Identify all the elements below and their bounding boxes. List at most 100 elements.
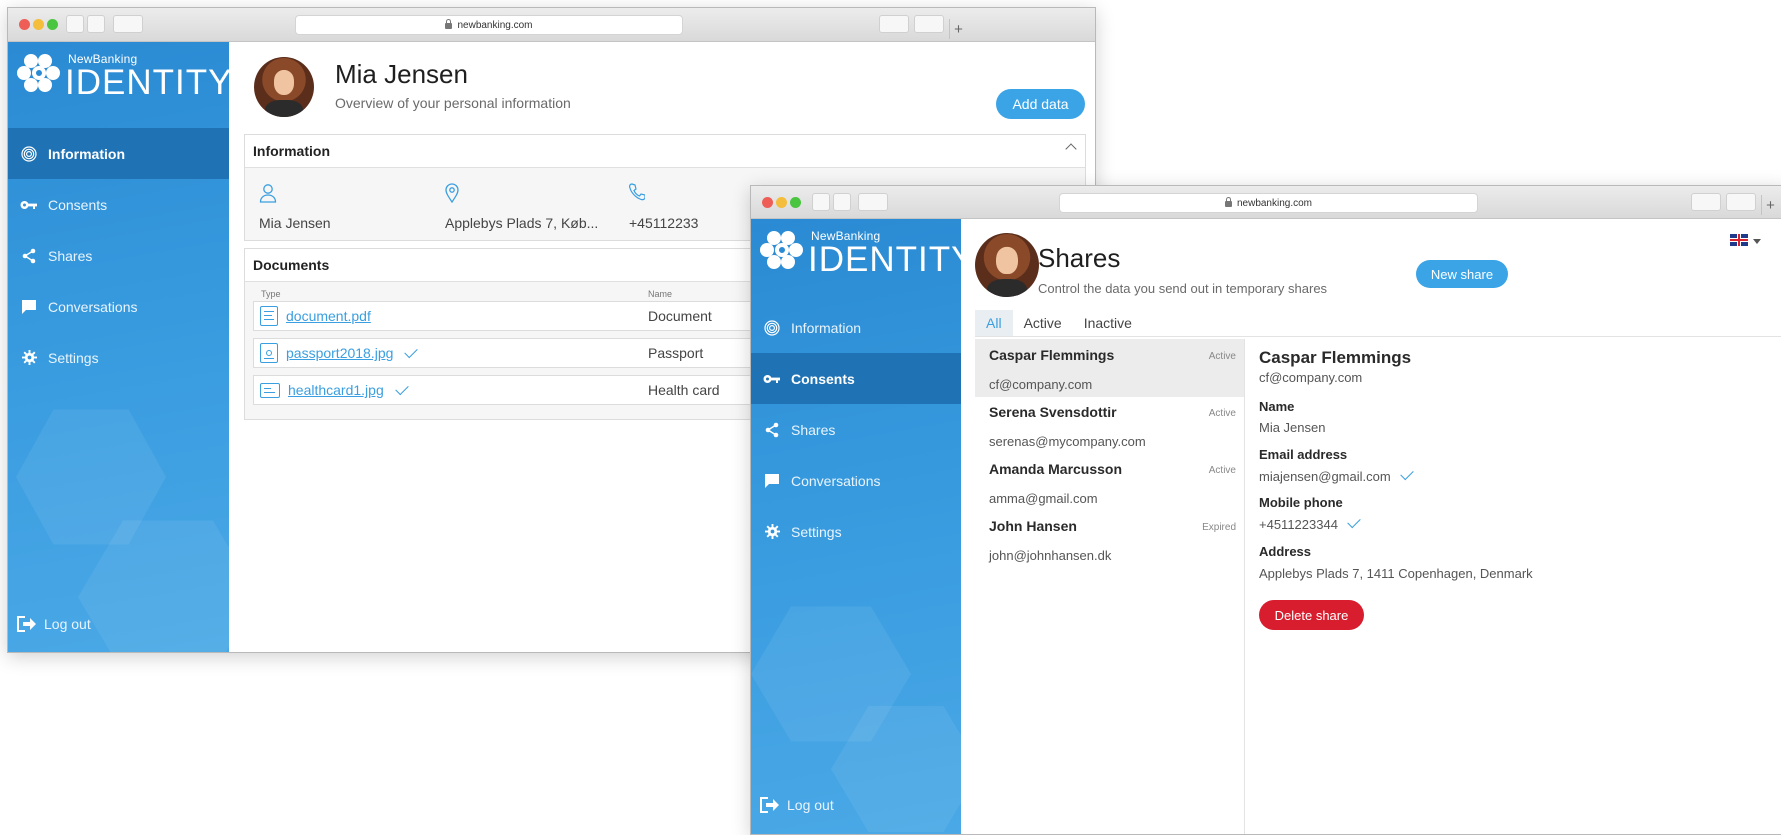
tabs-toolbar-button[interactable] [1726, 193, 1756, 211]
sidebar-item-label: Settings [48, 349, 99, 366]
sidebar-item-settings[interactable]: Settings [8, 332, 229, 383]
page-subtitle: Control the data you send out in tempora… [1038, 281, 1328, 296]
share-recipient-email: amma@gmail.com [989, 491, 1098, 506]
address-bar-url: newbanking.com [457, 19, 533, 31]
new-share-button[interactable]: New share [1416, 260, 1508, 288]
key-icon [763, 370, 781, 388]
back-button[interactable] [66, 15, 84, 33]
hexagon-logo-icon [16, 52, 62, 96]
logout-label: Log out [44, 616, 91, 632]
verified-check-icon [395, 381, 409, 395]
tab-inactive[interactable]: Inactive [1073, 310, 1143, 336]
sidebar-toggle-button[interactable] [113, 15, 143, 33]
info-name-value: Mia Jensen [259, 215, 331, 231]
sidebar-item-information[interactable]: Information [751, 302, 961, 353]
sidebar-toggle-button[interactable] [858, 193, 888, 211]
back-button[interactable] [812, 193, 830, 211]
logout-button[interactable]: Log out [759, 796, 834, 814]
browser-titlebar: newbanking.com + [751, 186, 1781, 219]
info-phone-value: +45112233 [629, 215, 699, 231]
status-badge: Active [1208, 465, 1236, 476]
sidebar-item-label: Conversations [48, 298, 138, 315]
add-data-button[interactable]: Add data [996, 89, 1085, 119]
minimize-window-button[interactable] [776, 197, 787, 208]
forward-button[interactable] [87, 15, 105, 33]
info-address-value: Applebys Plads 7, Køb... [445, 215, 599, 231]
sidebar: NewBanking IDENTITY Information Consents [8, 42, 229, 652]
new-tab-button[interactable]: + [949, 19, 967, 39]
information-panel-header[interactable]: Information [245, 135, 1085, 168]
document-file-icon [260, 306, 278, 326]
newbanking-identity-logo: NewBanking IDENTITY [16, 52, 229, 100]
lock-icon [445, 19, 453, 29]
sidebar-item-label: Shares [48, 247, 93, 264]
document-type: Health card [648, 382, 720, 398]
status-badge: Active [1208, 408, 1236, 419]
delete-share-button[interactable]: Delete share [1259, 600, 1364, 630]
share-recipient-name: Caspar Flemmings [989, 347, 1115, 363]
tabs-divider [975, 336, 1781, 337]
browser-titlebar: newbanking.com + [8, 8, 1095, 42]
close-window-button[interactable] [762, 197, 773, 208]
minimize-window-button[interactable] [33, 19, 44, 30]
address-bar[interactable]: newbanking.com [295, 15, 683, 35]
logout-label: Log out [787, 797, 834, 813]
chevron-up-icon[interactable] [1065, 143, 1077, 155]
share-recipient-name: Serena Svensdottir [989, 404, 1117, 420]
sidebar-nav: Information Consents Shares Conversation… [751, 302, 961, 557]
share-toolbar-button[interactable] [879, 15, 909, 33]
forward-button[interactable] [833, 193, 851, 211]
close-window-button[interactable] [19, 19, 30, 30]
panel-title: Information [253, 143, 330, 159]
document-type: Document [648, 308, 712, 324]
sidebar-nav: Information Consents Shares Conversation… [8, 128, 229, 383]
list-item[interactable]: Caspar Flemmings cf@company.com Active [975, 339, 1244, 397]
field-value: Applebys Plads 7, 1411 Copenhagen, Denma… [1259, 566, 1533, 581]
avatar [975, 233, 1039, 297]
sidebar-item-label: Information [791, 319, 862, 336]
document-link[interactable]: passport2018.jpg [286, 345, 393, 361]
sidebar-item-label: Conversations [791, 472, 881, 489]
sidebar-item-settings[interactable]: Settings [751, 506, 961, 557]
shares-list: Caspar Flemmings cf@company.com Active S… [975, 339, 1245, 834]
sidebar-item-information[interactable]: Information [8, 128, 229, 179]
new-tab-button[interactable]: + [1761, 195, 1779, 215]
avatar [254, 57, 314, 117]
newbanking-identity-logo: NewBanking IDENTITY [759, 229, 961, 277]
share-recipient-email: cf@company.com [989, 377, 1093, 392]
status-badge: Expired [1202, 522, 1236, 533]
sidebar-item-consents[interactable]: Consents [8, 179, 229, 230]
sidebar-item-consents[interactable]: Consents [751, 353, 961, 404]
share-toolbar-button[interactable] [1691, 193, 1721, 211]
page-subtitle: Overview of your personal information [335, 95, 571, 111]
sidebar-item-shares[interactable]: Shares [751, 404, 961, 455]
chevron-down-icon[interactable] [1753, 239, 1761, 244]
share-recipient-email: john@johnhansen.dk [989, 548, 1112, 563]
document-link[interactable]: healthcard1.jpg [288, 382, 384, 398]
field-label: Address [1259, 544, 1312, 559]
document-link[interactable]: document.pdf [286, 308, 371, 324]
sidebar-item-conversations[interactable]: Conversations [8, 281, 229, 332]
share-icon [20, 247, 38, 265]
sidebar-item-shares[interactable]: Shares [8, 230, 229, 281]
tab-active[interactable]: Active [1013, 310, 1073, 336]
profile-name: Mia Jensen [335, 59, 468, 89]
maximize-window-button[interactable] [47, 19, 58, 30]
list-item[interactable]: John Hansen john@johnhansen.dk Expired [975, 510, 1244, 568]
field-label: Mobile phone [1259, 495, 1343, 510]
sidebar-item-conversations[interactable]: Conversations [751, 455, 961, 506]
maximize-window-button[interactable] [790, 197, 801, 208]
share-filter-tabs: All Active Inactive [975, 310, 1143, 336]
logout-button[interactable]: Log out [16, 615, 91, 633]
fingerprint-icon [20, 145, 38, 163]
lock-icon [1224, 197, 1232, 207]
list-item[interactable]: Serena Svensdottir serenas@mycompany.com… [975, 396, 1244, 454]
address-bar[interactable]: newbanking.com [1059, 193, 1478, 213]
uk-flag-icon[interactable] [1730, 234, 1748, 246]
tabs-toolbar-button[interactable] [914, 15, 944, 33]
tab-all[interactable]: All [975, 310, 1013, 336]
share-recipient-name: Amanda Marcusson [989, 461, 1123, 477]
field-value: Mia Jensen [1259, 420, 1326, 435]
sidebar: NewBanking IDENTITY Information Consents [751, 219, 961, 834]
list-item[interactable]: Amanda Marcusson amma@gmail.com Active [975, 453, 1244, 511]
